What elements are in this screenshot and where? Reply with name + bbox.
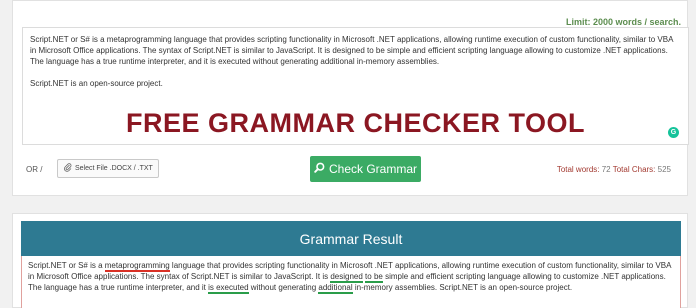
grammar-suggestion[interactable]: to be	[365, 272, 383, 283]
total-words-label: Total words:	[556, 165, 600, 174]
select-file-button[interactable]: Select File .DOCX / .TXT	[57, 159, 159, 178]
promo-banner-title: FREE GRAMMAR CHECKER TOOL	[125, 108, 585, 138]
total-words-value: 72	[601, 165, 611, 174]
text-editor[interactable]: Script.NET or S# is a metaprogramming la…	[22, 27, 689, 145]
text-stats: Total words: 72 Total Chars: 525	[557, 165, 671, 174]
select-file-label: Select File .DOCX / .TXT	[75, 165, 153, 172]
check-grammar-label: Check Grammar	[328, 162, 417, 176]
editor-paragraph: Script.NET or S# is a metaprogramming la…	[30, 35, 673, 66]
result-text: Script.NET or S# is a metaprogramming la…	[28, 260, 676, 294]
result-segment: in-memory assemblies. Script.NET is an o…	[352, 283, 573, 292]
grammar-suggestion[interactable]: designed	[330, 272, 363, 283]
result-header: Grammar Result	[21, 221, 681, 256]
result-panel: Grammar Result Script.NET or S# is a met…	[12, 213, 688, 308]
or-label: OR /	[26, 165, 43, 174]
result-segment: Script.NET or S# is a	[28, 261, 105, 270]
editor-content[interactable]: Script.NET or S# is a metaprogramming la…	[30, 34, 680, 100]
grammarly-icon[interactable]: G	[668, 127, 679, 138]
search-icon	[314, 162, 325, 176]
result-segment: without generating	[248, 283, 319, 292]
result-body: Script.NET or S# is a metaprogramming la…	[21, 256, 681, 308]
paperclip-icon	[64, 163, 72, 174]
check-grammar-button[interactable]: Check Grammar	[310, 156, 421, 182]
total-chars-label: Total Chars:	[612, 165, 656, 174]
editor-paragraph: Script.NET is an open-source project.	[30, 79, 163, 88]
spelling-error[interactable]: metaprogramming	[104, 261, 170, 272]
word-limit-label: Limit: 2000 words / search.	[565, 17, 681, 27]
grammar-suggestion[interactable]: is executed	[208, 283, 249, 294]
input-panel: Limit: 2000 words / search. Script.NET o…	[12, 0, 689, 196]
grammar-suggestion[interactable]: additional	[318, 283, 353, 294]
total-chars-value: 525	[657, 165, 671, 174]
